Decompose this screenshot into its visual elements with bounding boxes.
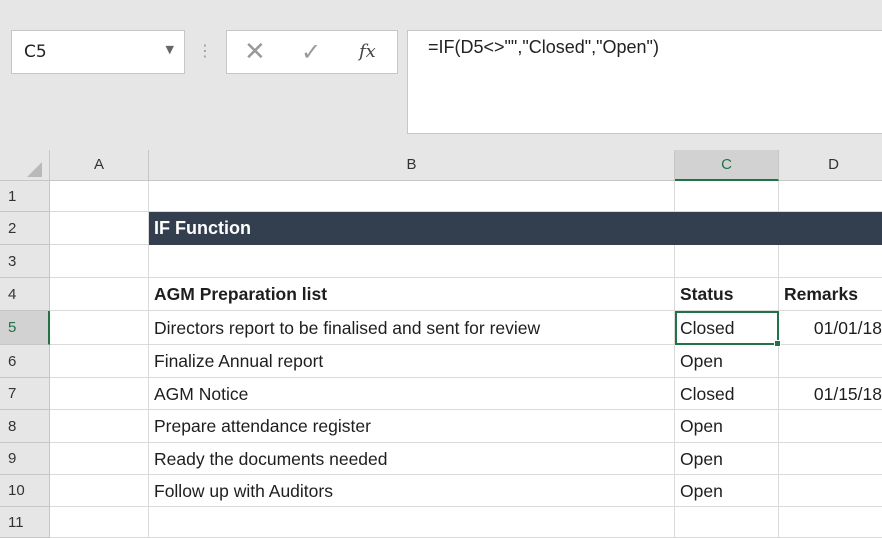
row-header-6[interactable]: 6 — [0, 345, 50, 378]
name-box-value: C5 — [24, 42, 47, 62]
cell-a8[interactable] — [50, 410, 149, 443]
cell-d6[interactable] — [779, 345, 882, 378]
cell-d7[interactable]: 01/15/18 — [779, 378, 882, 410]
cell-a7[interactable] — [50, 378, 149, 410]
row-header-2[interactable]: 2 — [0, 212, 50, 245]
cell-b4[interactable]: AGM Preparation list — [149, 278, 675, 311]
column-header-a[interactable]: A — [50, 150, 149, 181]
row-header-1[interactable]: 1 — [0, 181, 50, 212]
cell-a11[interactable] — [50, 507, 149, 538]
cell-b11[interactable] — [149, 507, 675, 538]
cell-b8[interactable]: Prepare attendance register — [149, 410, 675, 443]
formula-toolbar: C5 ▼ ⋮ ✕ ✓ fx =IF(D5<>"","Closed","Open"… — [0, 0, 882, 150]
cell-a9[interactable] — [50, 443, 149, 475]
cell-a2[interactable] — [50, 212, 149, 245]
cell-d11[interactable] — [779, 507, 882, 538]
row-header-9[interactable]: 9 — [0, 443, 50, 475]
insert-function-icon[interactable]: fx — [359, 39, 376, 65]
row-header-7[interactable]: 7 — [0, 378, 50, 410]
cell-a4[interactable] — [50, 278, 149, 311]
select-all-corner[interactable] — [0, 150, 50, 181]
row-header-8[interactable]: 8 — [0, 410, 50, 443]
select-all-triangle-icon — [27, 162, 42, 177]
formula-input[interactable]: =IF(D5<>"","Closed","Open") — [407, 30, 882, 134]
cell-c6[interactable]: Open — [675, 345, 779, 378]
row-header-5[interactable]: 5 — [0, 311, 50, 345]
chevron-down-icon[interactable]: ▼ — [166, 43, 174, 56]
column-header-b[interactable]: B — [149, 150, 675, 181]
cell-c10[interactable]: Open — [675, 475, 779, 507]
name-box[interactable]: C5 ▼ — [11, 30, 185, 74]
cell-a1[interactable] — [50, 181, 149, 212]
cell-d8[interactable] — [779, 410, 882, 443]
cell-b1[interactable] — [149, 181, 675, 212]
cell-c7[interactable]: Closed — [675, 378, 779, 410]
fill-handle[interactable] — [774, 340, 781, 347]
cell-c11[interactable] — [675, 507, 779, 538]
column-header-c[interactable]: C — [675, 150, 779, 181]
cell-c4[interactable]: Status — [675, 278, 779, 311]
cell-c1[interactable] — [675, 181, 779, 212]
cell-d1[interactable] — [779, 181, 882, 212]
cell-a3[interactable] — [50, 245, 149, 278]
cell-a5[interactable] — [50, 311, 149, 345]
cell-b9[interactable]: Ready the documents needed — [149, 443, 675, 475]
cell-b6[interactable]: Finalize Annual report — [149, 345, 675, 378]
selected-cell-outline[interactable] — [675, 311, 779, 345]
cell-a6[interactable] — [50, 345, 149, 378]
row-header-3[interactable]: 3 — [0, 245, 50, 278]
cell-c2[interactable] — [675, 212, 779, 245]
cell-b3[interactable] — [149, 245, 675, 278]
row-header-4[interactable]: 4 — [0, 278, 50, 311]
cell-c9[interactable]: Open — [675, 443, 779, 475]
check-icon[interactable]: ✓ — [301, 37, 321, 67]
cell-d9[interactable] — [779, 443, 882, 475]
cell-b5[interactable]: Directors report to be finalised and sen… — [149, 311, 675, 345]
cell-b2[interactable]: IF Function — [149, 212, 675, 245]
cell-c3[interactable] — [675, 245, 779, 278]
formula-text: =IF(D5<>"","Closed","Open") — [428, 37, 659, 57]
formula-buttons: ✕ ✓ fx — [226, 30, 398, 74]
cell-d10[interactable] — [779, 475, 882, 507]
cancel-icon[interactable]: ✕ — [244, 37, 266, 67]
column-header-d[interactable]: D — [779, 150, 882, 181]
cell-d5[interactable]: 01/01/18 — [779, 311, 882, 345]
row-header-10[interactable]: 10 — [0, 475, 50, 507]
cell-b10[interactable]: Follow up with Auditors — [149, 475, 675, 507]
cell-c8[interactable]: Open — [675, 410, 779, 443]
cell-d2[interactable] — [779, 212, 882, 245]
cell-b7[interactable]: AGM Notice — [149, 378, 675, 410]
cell-a10[interactable] — [50, 475, 149, 507]
grip-icon[interactable]: ⋮ — [197, 38, 213, 64]
cell-d3[interactable] — [779, 245, 882, 278]
row-header-11[interactable]: 11 — [0, 507, 50, 538]
cell-d4[interactable]: Remarks — [779, 278, 882, 311]
